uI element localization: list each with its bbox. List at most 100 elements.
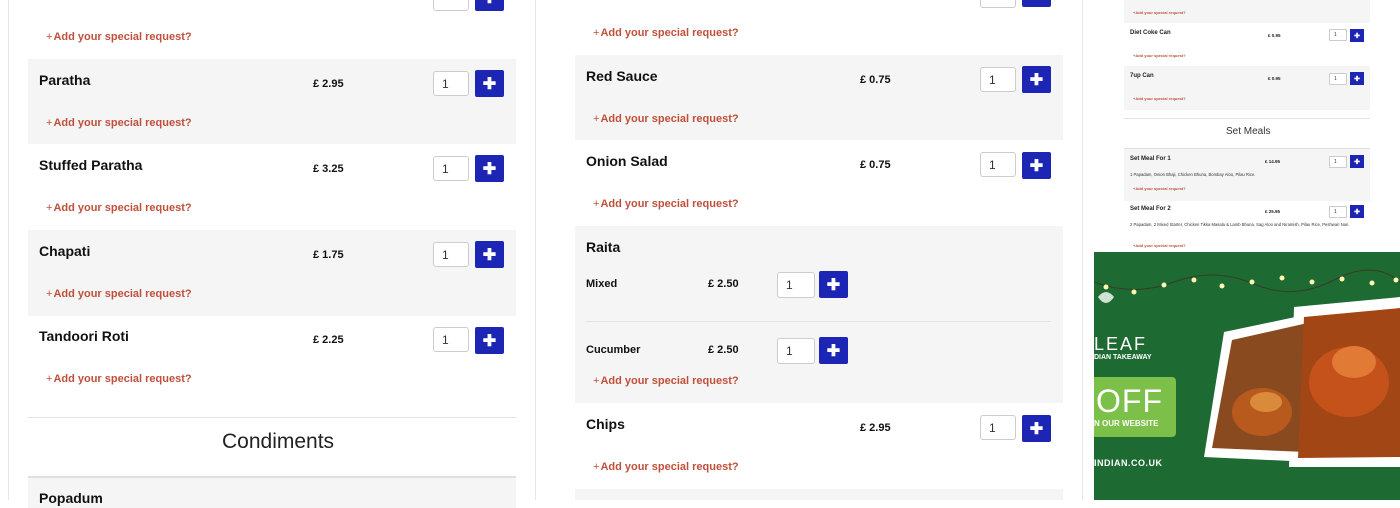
menu-item-row: Chapati £ 1.75 ✚ +Add your special reque… — [28, 230, 516, 316]
item-price: £ 14.95 — [1265, 159, 1281, 164]
add-to-cart-button[interactable]: ✚ — [475, 0, 504, 11]
option-price: £ 2.50 — [708, 344, 739, 356]
special-request-link[interactable]: +Add your special request? — [46, 373, 192, 385]
quantity-input[interactable] — [980, 152, 1016, 177]
item-price: £ 3.25 — [313, 163, 344, 175]
special-request-link[interactable]: +Add your special request? — [593, 113, 739, 125]
special-request-link[interactable]: +Add your special request? — [593, 461, 739, 473]
add-to-cart-button[interactable]: ✚ — [1022, 415, 1051, 442]
special-request-link[interactable]: +Add your special request? — [46, 117, 192, 129]
add-to-cart-button[interactable]: ✚ — [1350, 72, 1364, 85]
special-request-link[interactable]: +Add your special request? — [46, 288, 192, 300]
menu-item-row: Paratha £ 2.95 ✚ +Add your special reque… — [28, 59, 516, 144]
special-request-link[interactable]: +Add your special request? — [1133, 10, 1186, 15]
item-name: Diet Coke Can — [1130, 30, 1171, 36]
menu-item-row: Red Sauce £ 0.75 ✚ +Add your special req… — [575, 55, 1063, 140]
menu-item-row: 7up Can £ 0.95 1 ✚ +Add your special req… — [1124, 66, 1370, 110]
item-price: £ 0.95 — [1268, 33, 1281, 38]
item-name: Chips — [586, 416, 625, 432]
item-price: £ 0.95 — [1268, 76, 1281, 81]
special-request-link[interactable]: +Add your special request? — [1133, 186, 1186, 191]
menu-item-row: Chips £ 2.95 ✚ +Add your special request… — [575, 403, 1063, 489]
item-price: £ 2.95 — [860, 422, 891, 434]
item-name: Set Meal For 2 — [1130, 206, 1171, 212]
menu-item-row: Popadum — [28, 476, 516, 508]
quantity-input[interactable]: 1 — [1329, 73, 1347, 85]
section-divider — [28, 417, 516, 418]
menu-column-middle: ✚ +Add your special request? Red Sauce £… — [575, 0, 1063, 500]
quantity-input[interactable]: 1 — [1329, 156, 1347, 168]
special-request-link[interactable]: +Add your special request? — [593, 198, 739, 210]
special-request-link[interactable]: +Add your special request? — [1133, 243, 1186, 248]
special-request-link[interactable]: +Add your special request? — [46, 202, 192, 214]
quantity-input[interactable] — [980, 0, 1016, 8]
item-name: Paratha — [39, 72, 91, 88]
special-request-link[interactable]: +Add your special request? — [1133, 53, 1186, 58]
item-name: Tandoori Roti — [39, 328, 129, 344]
item-price: £ 0.75 — [860, 159, 891, 171]
quantity-input[interactable] — [980, 415, 1016, 440]
menu-item-row — [575, 489, 1063, 500]
item-name: Red Sauce — [586, 68, 658, 84]
menu-item-row: ✚ +Add your special request? — [575, 0, 1063, 55]
special-request-link[interactable]: +Add your special request? — [593, 27, 739, 39]
offer-badge[interactable]: OFF N OUR WEBSITE — [1094, 377, 1176, 437]
menu-item-row: Diet Coke Can £ 0.95 1 ✚ +Add your speci… — [1124, 23, 1370, 66]
brand-tagline: DIAN TAKEAWAY — [1094, 354, 1152, 361]
item-name: Popadum — [39, 490, 103, 506]
item-price: £ 1.75 — [313, 249, 344, 261]
quantity-input[interactable]: 1 — [1329, 29, 1347, 41]
add-to-cart-button[interactable]: ✚ — [1022, 66, 1051, 93]
quantity-input[interactable] — [777, 338, 815, 364]
item-name: Raita — [586, 239, 621, 255]
menu-item-row: Set Meal For 1 £ 14.95 1 ✚ 1 Papadam, On… — [1124, 148, 1370, 201]
item-description: 1 Papadam, Onion Bhaji, Chicken Bhuna, B… — [1130, 172, 1256, 177]
special-request-link[interactable]: +Add your special request? — [46, 31, 192, 43]
quantity-input[interactable] — [433, 242, 469, 267]
quantity-input[interactable] — [433, 71, 469, 96]
special-request-link[interactable]: +Add your special request? — [1133, 96, 1186, 101]
menu-item-row: Stuffed Paratha £ 3.25 ✚ +Add your speci… — [28, 144, 516, 230]
offer-text: OFF — [1096, 383, 1163, 419]
item-name: Stuffed Paratha — [39, 157, 143, 173]
quantity-input[interactable] — [980, 67, 1016, 92]
section-title: Condiments — [222, 430, 335, 453]
option-divider — [586, 321, 1051, 322]
option-price: £ 2.50 — [708, 278, 739, 290]
brand-logo: LEAF — [1094, 334, 1148, 354]
add-to-cart-button[interactable]: ✚ — [475, 241, 504, 268]
add-to-cart-button[interactable]: ✚ — [1350, 29, 1364, 42]
menu-item-row: Set Meal For 2 £ 25.95 1 ✚ 2 Papadam, 2 … — [1124, 200, 1370, 252]
menu-item-row: Onion Salad £ 0.75 ✚ +Add your special r… — [575, 140, 1063, 226]
add-to-cart-button[interactable]: ✚ — [819, 271, 848, 298]
quantity-input[interactable]: 1 — [1329, 206, 1347, 218]
quantity-input[interactable]: 1 — [433, 0, 469, 11]
add-to-cart-button[interactable]: ✚ — [1350, 205, 1364, 218]
item-name: Set Meal For 1 — [1130, 156, 1171, 162]
item-name: Chapati — [39, 243, 91, 259]
item-description: 2 Papadam, 2 Mixed Starter, Chicken Tikk… — [1130, 222, 1350, 227]
section-divider — [1124, 118, 1370, 119]
item-price: £ 0.75 — [860, 74, 891, 86]
menu-column-left: 1 ✚ +Add your special request? Paratha £… — [28, 0, 516, 508]
item-price: £ 25.95 — [1265, 209, 1281, 214]
section-title: Set Meals — [1226, 126, 1271, 137]
quantity-input[interactable] — [433, 156, 469, 181]
add-to-cart-button[interactable]: ✚ — [1350, 155, 1364, 168]
option-name: Cucumber — [586, 344, 641, 356]
banner-url: INDIAN.CO.UK — [1094, 458, 1163, 468]
add-to-cart-button[interactable]: ✚ — [475, 70, 504, 97]
add-to-cart-button[interactable]: ✚ — [475, 327, 504, 354]
menu-item-row: 1 ✚ +Add your special request? — [28, 0, 516, 58]
menu-item-row: Tandoori Roti £ 2.25 ✚ +Add your special… — [28, 316, 516, 402]
item-price: £ 2.25 — [313, 334, 344, 346]
quantity-input[interactable] — [777, 272, 815, 298]
add-to-cart-button[interactable]: ✚ — [1022, 152, 1051, 179]
special-request-link[interactable]: +Add your special request? — [593, 375, 739, 387]
add-to-cart-button[interactable]: ✚ — [819, 337, 848, 364]
menu-item-row-raita: Raita Mixed £ 2.50 ✚ Cucumber £ 2.50 ✚ +… — [575, 226, 1063, 403]
add-to-cart-button[interactable]: ✚ — [1022, 0, 1051, 7]
quantity-input[interactable] — [433, 327, 469, 352]
promo-banner[interactable]: LEAF DIAN TAKEAWAY OFF N OUR WEBSITE IND… — [1094, 252, 1400, 500]
add-to-cart-button[interactable]: ✚ — [475, 155, 504, 182]
